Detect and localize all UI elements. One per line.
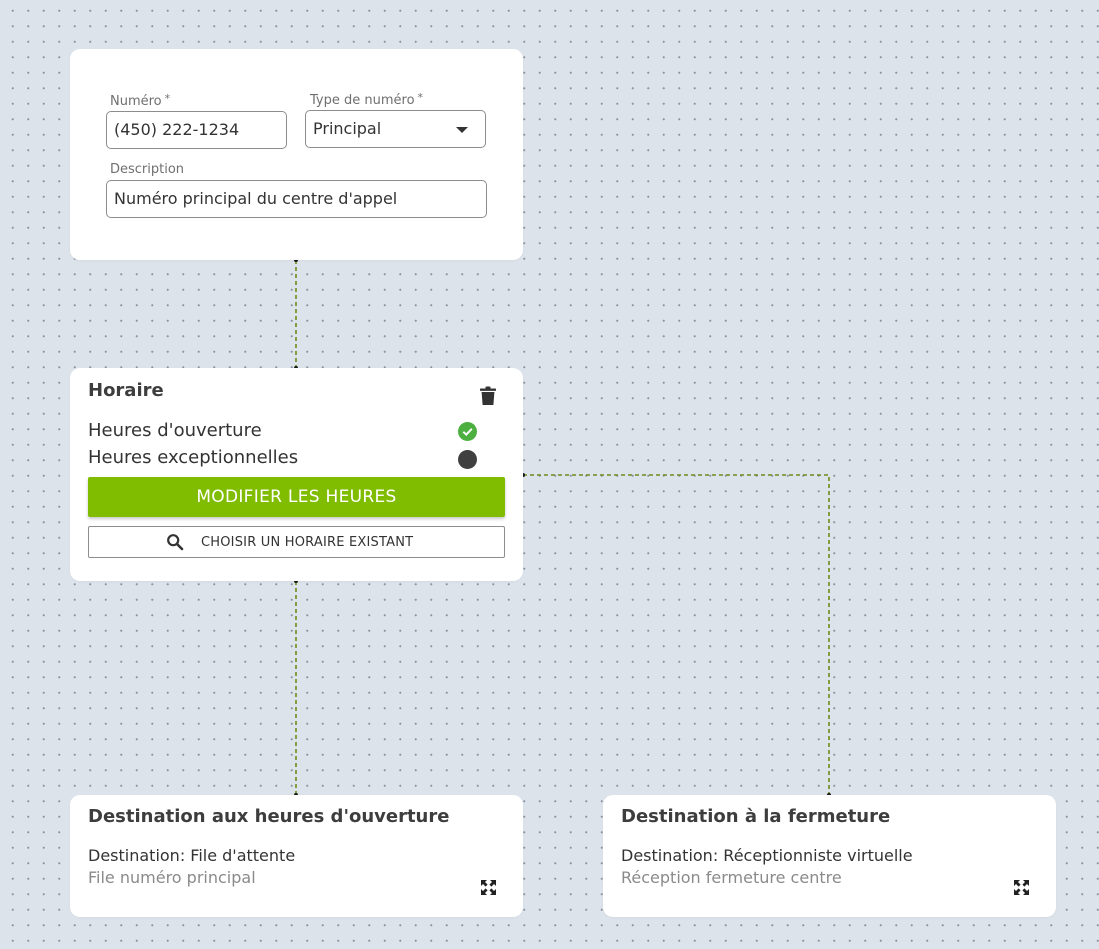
edge-schedule-to-closed-destination <box>523 474 830 795</box>
trash-icon[interactable] <box>479 386 497 406</box>
status-dot-icon <box>458 450 477 469</box>
schedule-title: Horaire <box>88 380 164 401</box>
closed-destination-type: Destination: Réceptionniste virtuelle <box>621 846 913 865</box>
open-destination-detail: File numéro principal <box>88 868 256 887</box>
type-select[interactable]: Principal <box>305 110 486 148</box>
opening-hours-label: Heures d'ouverture <box>88 420 262 441</box>
choose-schedule-button[interactable]: CHOISIR UN HORAIRE EXISTANT <box>88 526 505 558</box>
type-label: Type de numéro * <box>310 91 424 108</box>
description-label: Description <box>110 162 185 177</box>
search-icon <box>167 534 184 551</box>
schedule-node[interactable]: Horaire Heures d'ouverture Heures except… <box>70 368 523 581</box>
exceptional-hours-label: Heures exceptionnelles <box>88 447 299 468</box>
closed-destination-detail: Réception fermeture centre <box>621 868 842 887</box>
expand-icon[interactable] <box>1013 879 1030 896</box>
required-marker: * <box>417 91 424 104</box>
choose-schedule-label: CHOISIR UN HORAIRE EXISTANT <box>201 535 414 550</box>
edit-hours-button[interactable]: MODIFIER LES HEURES <box>88 477 505 517</box>
numero-input[interactable]: (450) 222-1234 <box>106 111 287 149</box>
number-node[interactable]: Numéro * (450) 222-1234 Type de numéro * P… <box>70 49 523 260</box>
type-select-value: Principal <box>313 119 382 138</box>
open-destination-title: Destination aux heures d'ouverture <box>88 806 450 827</box>
description-input[interactable]: Numéro principal du centre d'appel <box>106 180 487 218</box>
check-circle-icon <box>458 422 477 441</box>
required-marker: * <box>164 92 171 105</box>
open-destination-node[interactable]: Destination aux heures d'ouverture Desti… <box>70 795 523 917</box>
chevron-down-icon <box>456 127 468 133</box>
closed-destination-node[interactable]: Destination à la fermeture Destination: … <box>603 795 1056 917</box>
expand-icon[interactable] <box>480 879 497 896</box>
closed-destination-title: Destination à la fermeture <box>621 806 891 827</box>
numero-label: Numéro * <box>110 92 171 109</box>
open-destination-type: Destination: File d'attente <box>88 846 296 865</box>
